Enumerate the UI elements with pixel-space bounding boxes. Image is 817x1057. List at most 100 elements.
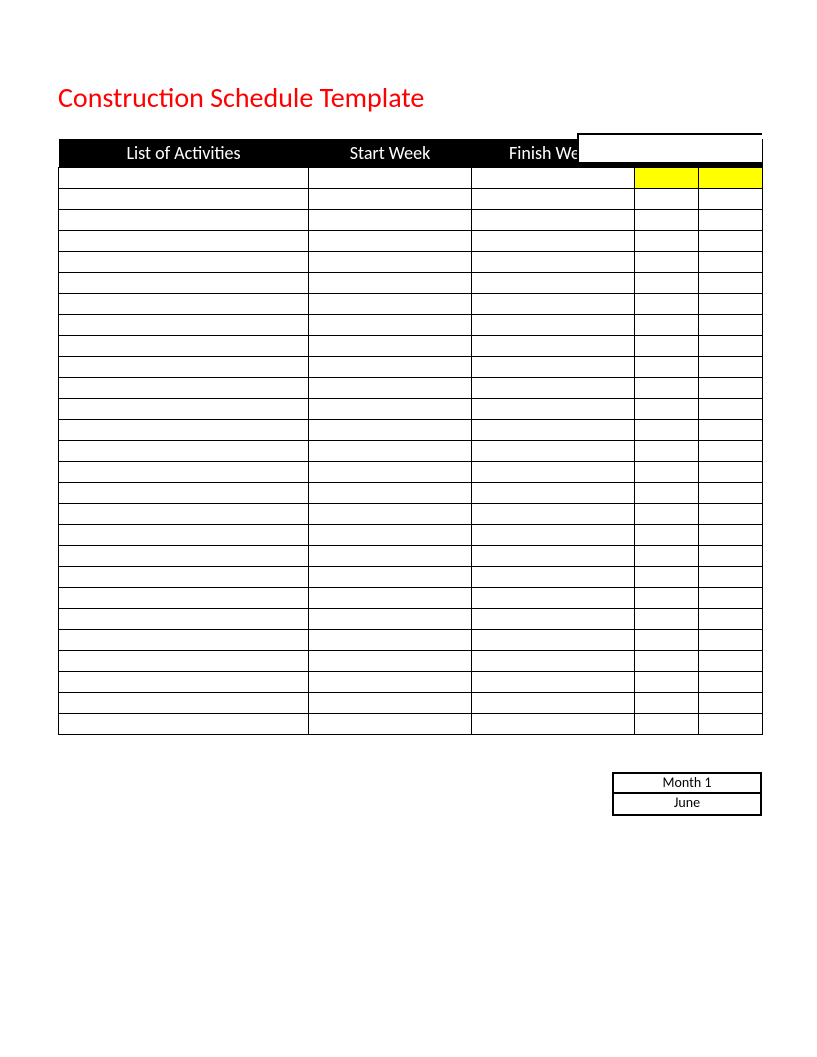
table-cell[interactable] [472, 650, 635, 671]
table-cell[interactable] [699, 608, 763, 629]
table-cell[interactable] [59, 608, 309, 629]
table-cell[interactable] [309, 398, 472, 419]
table-cell[interactable] [309, 419, 472, 440]
table-cell[interactable] [635, 545, 699, 566]
table-cell[interactable] [59, 398, 309, 419]
table-cell[interactable] [472, 398, 635, 419]
table-cell[interactable] [59, 587, 309, 608]
table-cell[interactable] [309, 230, 472, 251]
table-cell[interactable] [699, 356, 763, 377]
table-cell[interactable] [59, 230, 309, 251]
table-cell[interactable] [472, 209, 635, 230]
table-cell[interactable] [635, 251, 699, 272]
table-cell[interactable] [309, 167, 472, 188]
table-cell[interactable] [635, 629, 699, 650]
table-cell[interactable] [472, 629, 635, 650]
table-cell[interactable] [699, 335, 763, 356]
table-cell[interactable] [699, 188, 763, 209]
table-cell[interactable] [309, 503, 472, 524]
table-cell[interactable] [472, 692, 635, 713]
table-cell[interactable] [635, 650, 699, 671]
table-cell[interactable] [472, 587, 635, 608]
table-cell[interactable] [59, 482, 309, 503]
table-cell[interactable] [635, 419, 699, 440]
table-cell[interactable] [699, 167, 763, 188]
table-cell[interactable] [59, 419, 309, 440]
table-cell[interactable] [699, 587, 763, 608]
table-cell[interactable] [635, 356, 699, 377]
table-cell[interactable] [472, 188, 635, 209]
table-cell[interactable] [59, 272, 309, 293]
table-cell[interactable] [699, 251, 763, 272]
table-cell[interactable] [699, 293, 763, 314]
table-cell[interactable] [59, 440, 309, 461]
table-cell[interactable] [59, 566, 309, 587]
table-cell[interactable] [472, 356, 635, 377]
table-cell[interactable] [472, 482, 635, 503]
table-cell[interactable] [635, 272, 699, 293]
table-cell[interactable] [472, 419, 635, 440]
table-cell[interactable] [472, 167, 635, 188]
table-cell[interactable] [309, 356, 472, 377]
table-cell[interactable] [59, 377, 309, 398]
table-cell[interactable] [59, 650, 309, 671]
table-cell[interactable] [59, 293, 309, 314]
table-cell[interactable] [472, 335, 635, 356]
table-cell[interactable] [472, 230, 635, 251]
table-cell[interactable] [635, 503, 699, 524]
table-cell[interactable] [699, 482, 763, 503]
table-cell[interactable] [472, 545, 635, 566]
table-cell[interactable] [309, 314, 472, 335]
table-cell[interactable] [699, 230, 763, 251]
table-cell[interactable] [699, 692, 763, 713]
table-cell[interactable] [309, 671, 472, 692]
table-cell[interactable] [472, 524, 635, 545]
table-cell[interactable] [472, 671, 635, 692]
table-cell[interactable] [472, 272, 635, 293]
table-cell[interactable] [309, 713, 472, 734]
table-cell[interactable] [699, 713, 763, 734]
table-cell[interactable] [59, 545, 309, 566]
table-cell[interactable] [699, 503, 763, 524]
table-cell[interactable] [699, 461, 763, 482]
table-cell[interactable] [699, 524, 763, 545]
table-cell[interactable] [59, 692, 309, 713]
table-cell[interactable] [699, 377, 763, 398]
table-cell[interactable] [309, 608, 472, 629]
table-cell[interactable] [59, 461, 309, 482]
table-cell[interactable] [472, 377, 635, 398]
table-cell[interactable] [309, 587, 472, 608]
table-cell[interactable] [309, 461, 472, 482]
table-cell[interactable] [635, 587, 699, 608]
table-cell[interactable] [309, 482, 472, 503]
table-cell[interactable] [699, 650, 763, 671]
table-cell[interactable] [309, 272, 472, 293]
table-cell[interactable] [59, 167, 309, 188]
table-cell[interactable] [59, 209, 309, 230]
table-cell[interactable] [59, 356, 309, 377]
table-cell[interactable] [472, 503, 635, 524]
table-cell[interactable] [59, 629, 309, 650]
table-cell[interactable] [635, 167, 699, 188]
table-cell[interactable] [635, 293, 699, 314]
table-cell[interactable] [699, 671, 763, 692]
table-cell[interactable] [635, 566, 699, 587]
table-cell[interactable] [472, 608, 635, 629]
table-cell[interactable] [309, 335, 472, 356]
table-cell[interactable] [635, 461, 699, 482]
table-cell[interactable] [635, 608, 699, 629]
table-cell[interactable] [699, 545, 763, 566]
table-cell[interactable] [309, 377, 472, 398]
table-cell[interactable] [635, 230, 699, 251]
table-cell[interactable] [699, 419, 763, 440]
table-cell[interactable] [59, 251, 309, 272]
table-cell[interactable] [472, 461, 635, 482]
table-cell[interactable] [472, 440, 635, 461]
table-cell[interactable] [472, 314, 635, 335]
table-cell[interactable] [59, 335, 309, 356]
table-cell[interactable] [699, 314, 763, 335]
table-cell[interactable] [699, 440, 763, 461]
table-cell[interactable] [699, 629, 763, 650]
table-cell[interactable] [699, 566, 763, 587]
table-cell[interactable] [635, 377, 699, 398]
